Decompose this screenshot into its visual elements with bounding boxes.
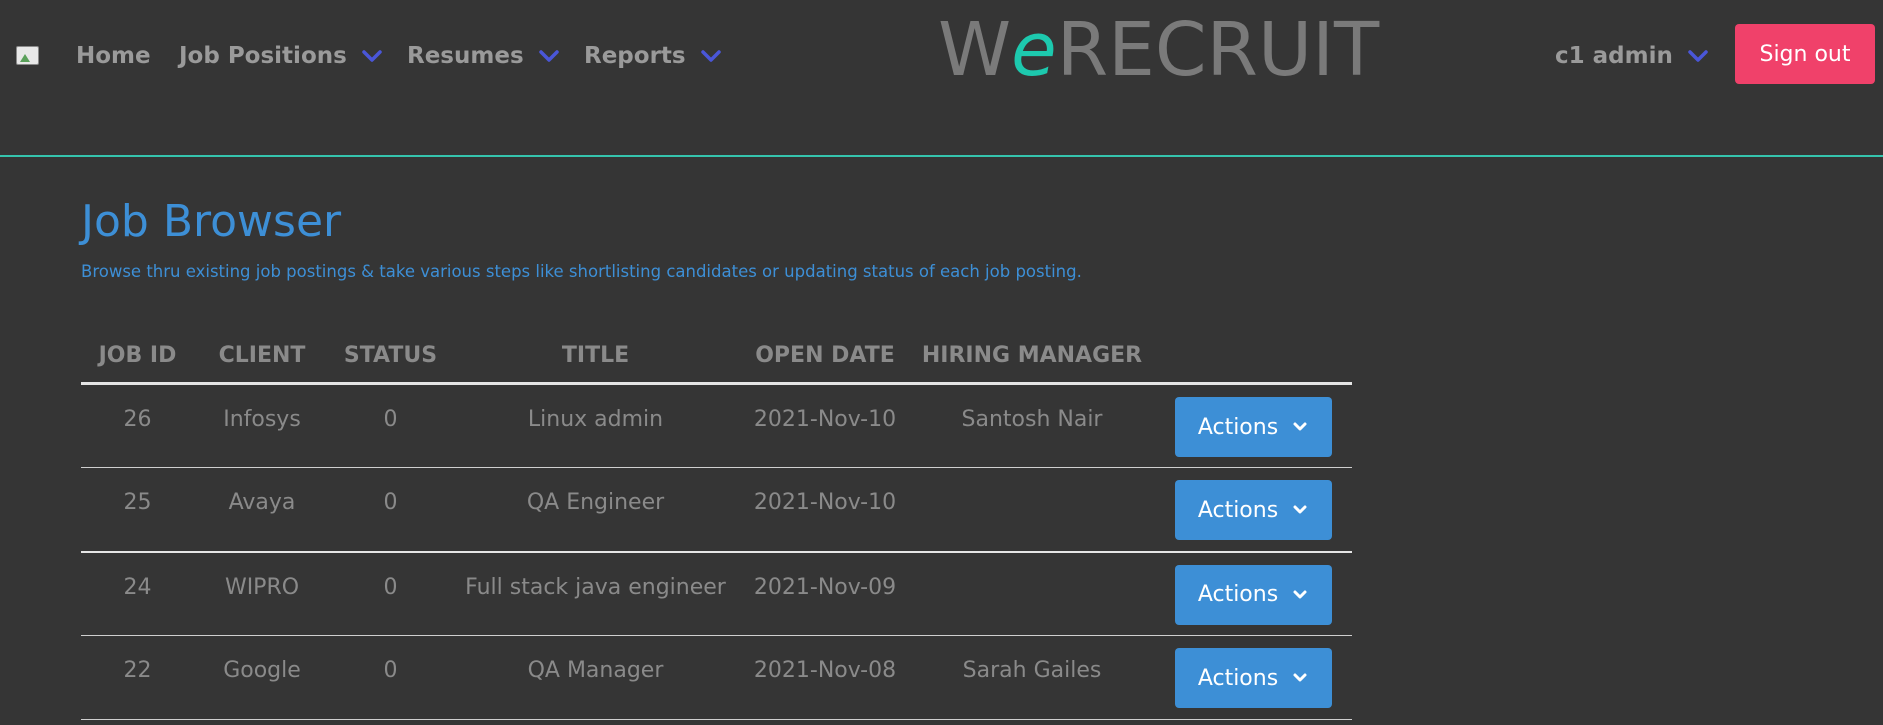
actions-dropdown-button[interactable]: Actions bbox=[1174, 564, 1332, 625]
column-header-title[interactable]: TITLE bbox=[451, 328, 740, 385]
cell-status: 0 bbox=[330, 635, 451, 720]
table-row: 25 Avaya 0 QA Engineer 2021-Nov-10 Actio… bbox=[81, 467, 1352, 553]
column-header-open-date[interactable]: OPEN DATE bbox=[740, 328, 910, 385]
nav-reports[interactable]: Reports bbox=[584, 40, 722, 72]
cell-job-id: 24 bbox=[81, 551, 194, 636]
column-header-client[interactable]: CLIENT bbox=[194, 328, 330, 385]
chevron-down-icon bbox=[362, 50, 382, 62]
actions-dropdown-button[interactable]: Actions bbox=[1174, 648, 1332, 708]
actions-button-label: Actions bbox=[1197, 665, 1279, 691]
column-header-hiring-manager[interactable]: HIRING MANAGER bbox=[910, 328, 1154, 385]
chevron-down-icon bbox=[700, 50, 721, 62]
cell-title: Full stack java engineer bbox=[451, 551, 740, 636]
nav-resumes-label: Resumes bbox=[407, 43, 524, 69]
column-header-status[interactable]: STATUS bbox=[330, 328, 451, 385]
user-name: c1 admin bbox=[1555, 43, 1673, 69]
chevron-down-icon bbox=[1293, 673, 1307, 682]
user-menu[interactable]: c1 admin bbox=[1555, 40, 1709, 72]
table-row: 26 Infosys 0 Linux admin 2021-Nov-10 San… bbox=[81, 383, 1352, 468]
cell-client: Infosys bbox=[194, 383, 330, 468]
cell-hiring-manager: Sarah Gailes bbox=[910, 635, 1154, 720]
nav-resumes[interactable]: Resumes bbox=[407, 40, 560, 72]
cell-actions: Actions bbox=[1154, 551, 1352, 636]
cell-job-id: 22 bbox=[81, 635, 194, 720]
cell-actions: Actions bbox=[1154, 383, 1352, 468]
brand-logo-part2: RECRUIT bbox=[1056, 7, 1380, 93]
brand-logo[interactable]: WeRECRUIT bbox=[938, 6, 1379, 94]
actions-dropdown-button[interactable]: Actions bbox=[1174, 397, 1332, 457]
cell-hiring-manager bbox=[910, 467, 1154, 553]
cell-hiring-manager bbox=[910, 551, 1154, 636]
top-navbar: Home Job Positions Resumes Reports WeREC… bbox=[0, 0, 1883, 157]
cell-open-date: 2021-Nov-09 bbox=[740, 551, 910, 636]
chevron-down-icon bbox=[1293, 505, 1307, 514]
cell-open-date: 2021-Nov-10 bbox=[740, 383, 910, 468]
table-row: 24 WIPRO 0 Full stack java engineer 2021… bbox=[81, 551, 1352, 636]
cell-status: 0 bbox=[330, 467, 451, 553]
cell-hiring-manager: Santosh Nair bbox=[910, 383, 1154, 468]
brand-logo-accent: e bbox=[1011, 7, 1057, 93]
chevron-down-icon bbox=[1293, 590, 1307, 598]
cell-client: WIPRO bbox=[194, 551, 330, 636]
sign-out-button[interactable]: Sign out bbox=[1735, 24, 1875, 84]
cell-actions: Actions bbox=[1154, 635, 1352, 720]
nav-home-label: Home bbox=[76, 43, 151, 69]
cell-title: QA Manager bbox=[451, 635, 740, 720]
cell-job-id: 26 bbox=[81, 383, 194, 468]
cell-job-id: 25 bbox=[81, 467, 194, 553]
broken-image-icon[interactable] bbox=[16, 46, 39, 65]
actions-button-label: Actions bbox=[1197, 497, 1279, 523]
actions-dropdown-button[interactable]: Actions bbox=[1174, 480, 1332, 540]
cell-client: Google bbox=[194, 635, 330, 720]
page-title: Job Browser bbox=[81, 196, 342, 247]
chevron-down-icon bbox=[1688, 50, 1708, 62]
cell-status: 0 bbox=[330, 383, 451, 468]
chevron-down-icon bbox=[538, 50, 559, 62]
cell-status: 0 bbox=[330, 551, 451, 636]
table-row: 22 Google 0 QA Manager 2021-Nov-08 Sarah… bbox=[81, 635, 1352, 720]
column-header-job-id[interactable]: JOB ID bbox=[81, 328, 194, 385]
cell-open-date: 2021-Nov-08 bbox=[740, 635, 910, 720]
column-header-actions bbox=[1154, 328, 1352, 385]
nav-job-positions[interactable]: Job Positions bbox=[179, 40, 383, 72]
nav-job-positions-label: Job Positions bbox=[179, 43, 347, 69]
actions-button-label: Actions bbox=[1197, 414, 1279, 440]
chevron-down-icon bbox=[1293, 422, 1307, 431]
cell-title: QA Engineer bbox=[451, 467, 740, 553]
cell-client: Avaya bbox=[194, 467, 330, 553]
nav-home[interactable]: Home bbox=[76, 40, 151, 72]
job-table: JOB ID CLIENT STATUS TITLE OPEN DATE HIR… bbox=[81, 328, 1352, 720]
cell-actions: Actions bbox=[1154, 467, 1352, 553]
actions-button-label: Actions bbox=[1197, 582, 1279, 607]
table-header-row: JOB ID CLIENT STATUS TITLE OPEN DATE HIR… bbox=[81, 328, 1352, 385]
cell-title: Linux admin bbox=[451, 383, 740, 468]
nav-reports-label: Reports bbox=[584, 43, 686, 69]
page-subtitle: Browse thru existing job postings & take… bbox=[81, 262, 1082, 281]
cell-open-date: 2021-Nov-10 bbox=[740, 467, 910, 553]
brand-logo-part1: W bbox=[938, 7, 1012, 93]
